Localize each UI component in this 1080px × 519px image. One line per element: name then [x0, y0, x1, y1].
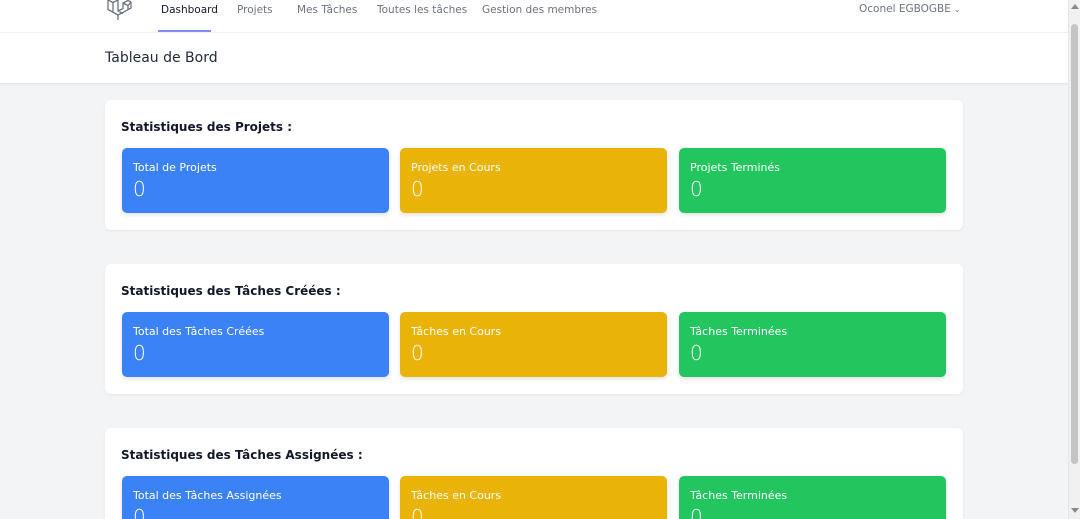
stat-label: Total de Projets	[133, 161, 217, 174]
stat-label: Total des Tâches Créées	[133, 325, 265, 338]
page-header: Tableau de Bord	[0, 33, 1068, 84]
stat-label: Tâches Terminées	[690, 325, 788, 338]
section-title: Statistiques des Tâches Créées :	[121, 284, 341, 298]
page-title: Tableau de Bord	[105, 50, 218, 66]
scroll-up-arrow-icon[interactable]	[1071, 4, 1079, 9]
nav-link-projets[interactable]: Projets	[237, 4, 273, 16]
stat-card-total-taches-creees: Total des Tâches Créées 0	[122, 312, 389, 377]
stat-card-taches-terminees: Tâches Terminées 0	[679, 312, 946, 377]
stat-label: Projets Terminés	[690, 161, 781, 174]
stat-label: Tâches en Cours	[411, 325, 502, 338]
stat-value: 0	[411, 505, 424, 519]
stat-card-total-projets: Total de Projets 0	[122, 148, 389, 213]
user-menu-dropdown[interactable]: Oconel EGBOGBE ⌄	[859, 3, 961, 15]
stat-card-projets-en-cours: Projets en Cours 0	[400, 148, 667, 213]
active-nav-indicator	[158, 30, 211, 32]
chevron-down-icon: ⌄	[953, 5, 961, 14]
stat-value: 0	[690, 177, 703, 201]
stat-value: 0	[411, 341, 424, 365]
stats-section-taches-creees: Statistiques des Tâches Créées : Total d…	[105, 264, 963, 394]
stat-card-total-taches-assignees: Total des Tâches Assignées 0	[122, 476, 389, 519]
stat-value: 0	[690, 341, 703, 365]
page-scrollbar[interactable]	[1068, 0, 1080, 519]
laravel-logo-icon[interactable]	[106, 0, 132, 22]
section-title: Statistiques des Projets :	[121, 120, 293, 134]
nav-link-dashboard[interactable]: Dashboard	[161, 4, 218, 16]
stats-section-projets: Statistiques des Projets : Total de Proj…	[105, 100, 963, 230]
stat-value: 0	[690, 505, 703, 519]
stat-label: Tâches Terminées	[690, 489, 788, 502]
stat-card-taches-assignees-en-cours: Tâches en Cours 0	[400, 476, 667, 519]
stat-value: 0	[133, 505, 146, 519]
scroll-down-arrow-icon[interactable]	[1071, 508, 1079, 513]
user-name: Oconel EGBOGBE	[859, 3, 951, 15]
stat-card-taches-en-cours: Tâches en Cours 0	[400, 312, 667, 377]
stat-label: Total des Tâches Assignées	[133, 489, 282, 502]
stat-card-projets-termines: Projets Terminés 0	[679, 148, 946, 213]
stat-value: 0	[133, 341, 146, 365]
nav-link-gestion-des-membres[interactable]: Gestion des membres	[482, 4, 597, 16]
stat-label: Projets en Cours	[411, 161, 501, 174]
nav-link-toutes-les-taches[interactable]: Toutes les tâches	[377, 4, 467, 16]
stat-value: 0	[133, 177, 146, 201]
scrollbar-thumb[interactable]	[1071, 24, 1078, 464]
section-title: Statistiques des Tâches Assignées :	[121, 448, 363, 462]
stat-card-taches-assignees-terminees: Tâches Terminées 0	[679, 476, 946, 519]
top-navbar: Dashboard Projets Mes Tâches Toutes les …	[0, 0, 1068, 33]
nav-link-mes-taches[interactable]: Mes Tâches	[297, 4, 357, 16]
stats-section-taches-assignees: Statistiques des Tâches Assignées : Tota…	[105, 428, 963, 519]
stat-value: 0	[411, 177, 424, 201]
stat-label: Tâches en Cours	[411, 489, 502, 502]
